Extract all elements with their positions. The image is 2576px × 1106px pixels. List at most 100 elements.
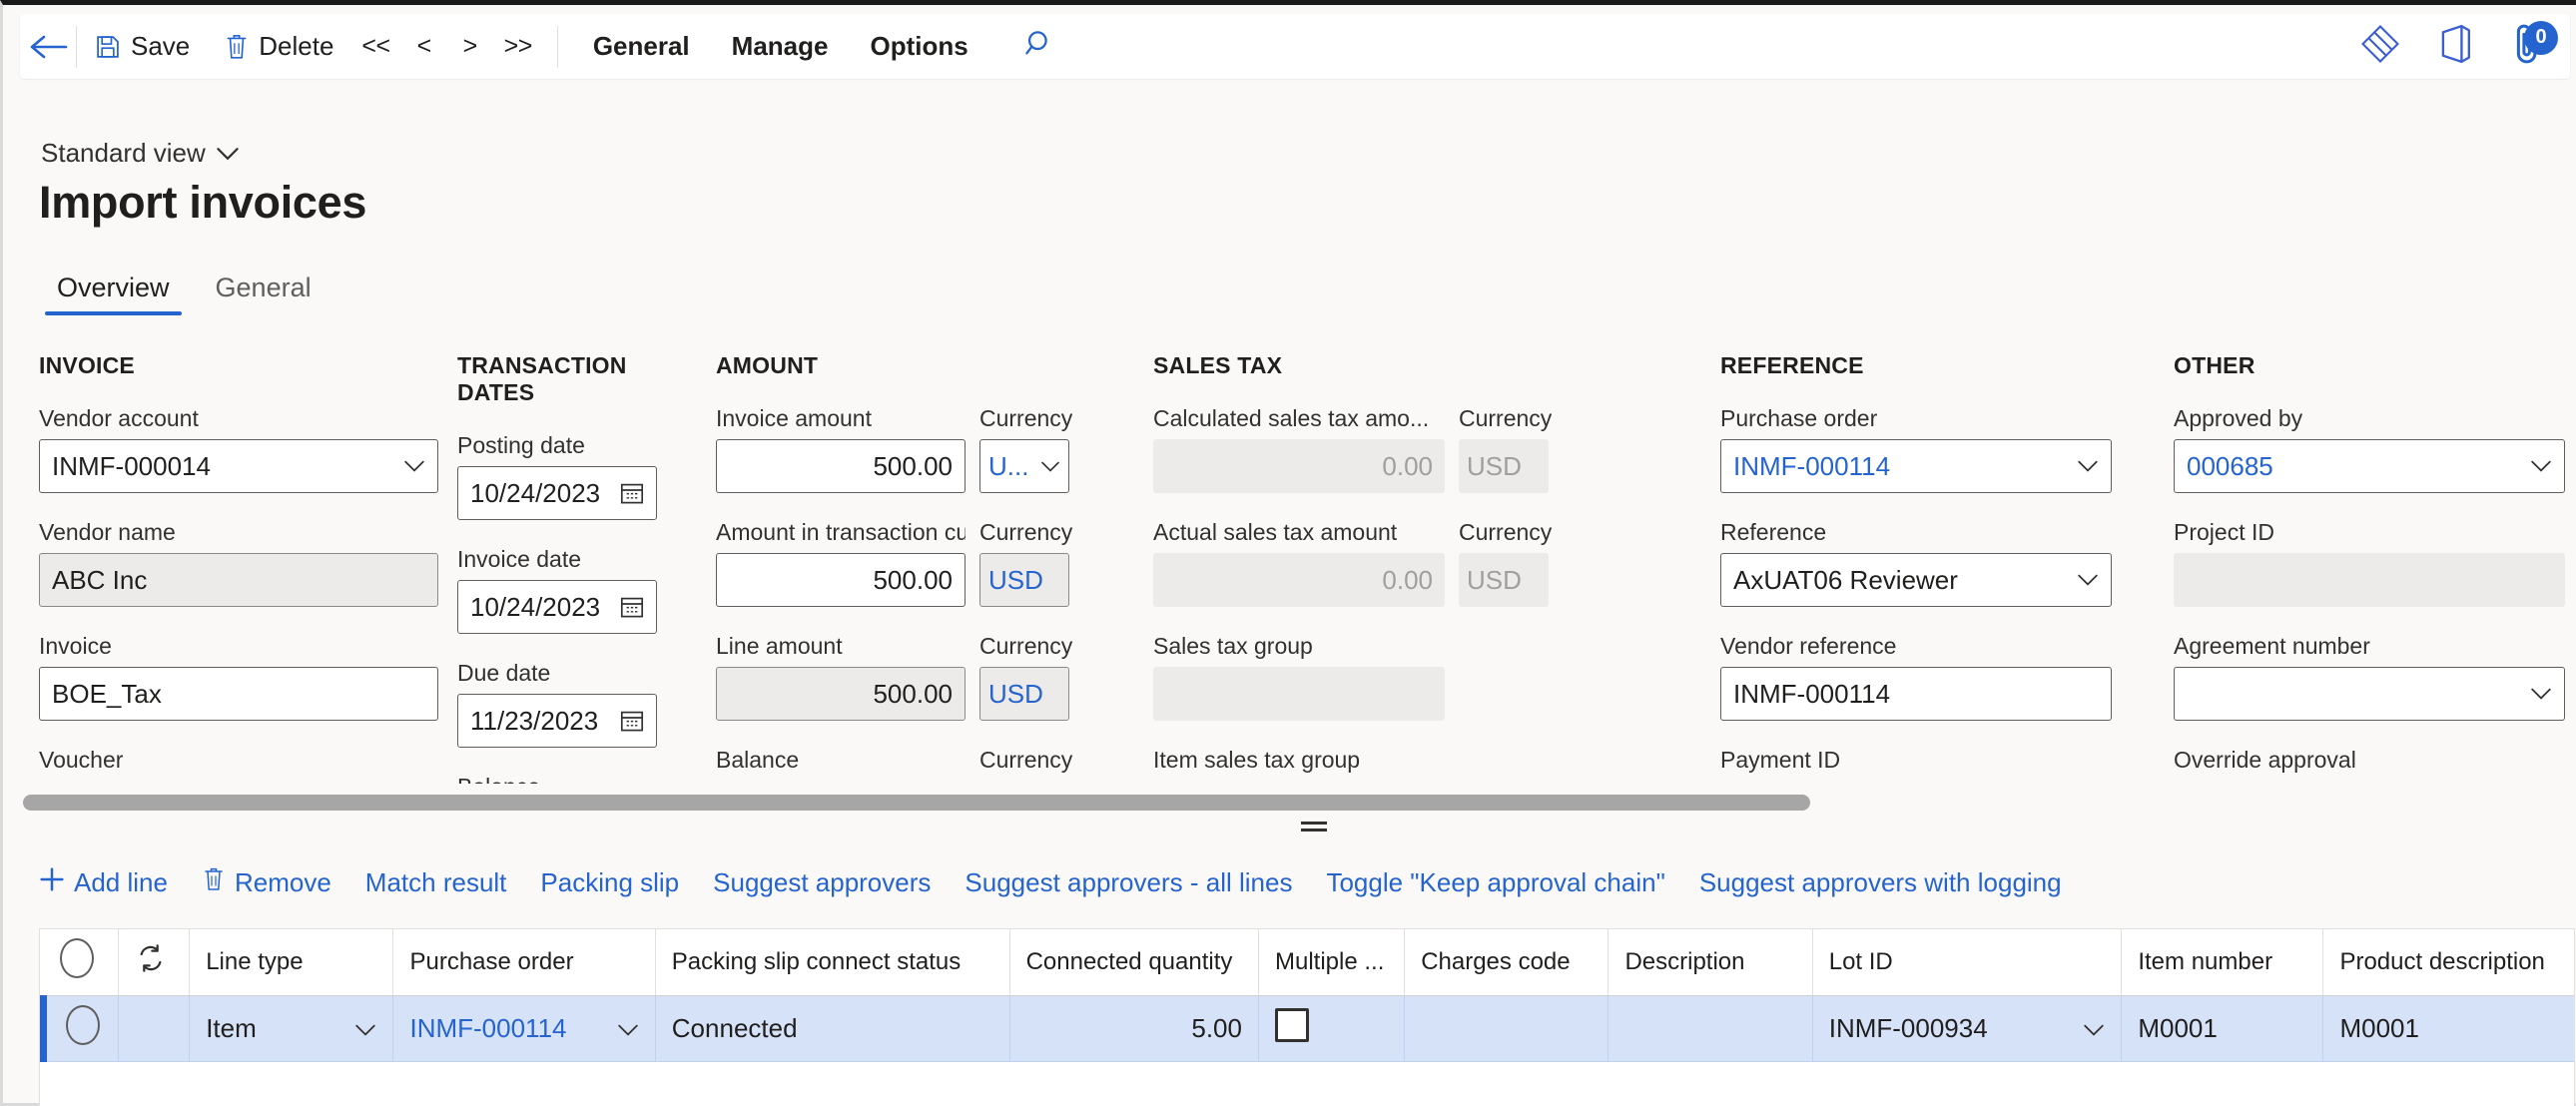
- calendar-icon[interactable]: [620, 709, 644, 733]
- cell-description[interactable]: [1608, 995, 1813, 1062]
- input-reference[interactable]: AxUAT06 Reviewer: [1720, 553, 2112, 607]
- add-line-button[interactable]: Add line: [39, 858, 185, 907]
- input-currency-invoice-amount[interactable]: U...: [979, 439, 1069, 493]
- label-invoice-date: Invoice date: [457, 546, 582, 572]
- header-refresh[interactable]: [118, 929, 191, 996]
- group-title-reference: REFERENCE: [1720, 352, 1864, 378]
- field-vendor-reference: Vendor reference INMF-000114: [1720, 633, 2112, 721]
- select-row-ellipse-icon: [59, 938, 94, 979]
- header-connected-quantity[interactable]: Connected quantity: [1009, 929, 1259, 996]
- row-select-cell[interactable]: [40, 995, 120, 1062]
- value-actual-sales-tax: 0.00: [1382, 564, 1433, 595]
- input-vendor-reference[interactable]: INMF-000114: [1720, 667, 2112, 721]
- grid-empty-area: [39, 1063, 2575, 1106]
- value-amount-transaction-currency: 500.00: [873, 564, 953, 595]
- nav-previous-button[interactable]: <: [401, 14, 447, 79]
- cell-packing-slip-connect-status[interactable]: Connected: [655, 995, 1010, 1062]
- toggle-keep-approval-chain-button[interactable]: Toggle "Keep approval chain": [1309, 859, 1681, 906]
- multiple-checkbox[interactable]: [1274, 1007, 1309, 1042]
- input-agreement-number[interactable]: [2174, 667, 2565, 721]
- input-invoice[interactable]: BOE_Tax: [39, 667, 438, 721]
- cell-lot-id[interactable]: INMF-000934: [1812, 995, 2123, 1062]
- input-purchase-order[interactable]: INMF-000114: [1720, 439, 2112, 493]
- suggest-approvers-all-lines-button[interactable]: Suggest approvers - all lines: [948, 859, 1309, 906]
- header-lot-id[interactable]: Lot ID: [1812, 929, 2123, 996]
- suggest-approvers-button[interactable]: Suggest approvers: [696, 859, 948, 906]
- form-horizontal-scrollbar[interactable]: [23, 795, 2564, 811]
- calendar-icon[interactable]: [620, 481, 644, 505]
- search-button[interactable]: [1005, 14, 1075, 79]
- cell-product-description[interactable]: M0001: [2322, 995, 2574, 1062]
- diamond-cube-button[interactable]: [2356, 23, 2404, 71]
- header-purchase-order[interactable]: Purchase order: [392, 929, 656, 996]
- input-due-date[interactable]: 11/23/2023: [457, 694, 657, 748]
- save-button[interactable]: Save: [77, 14, 207, 79]
- remove-button[interactable]: Remove: [185, 858, 348, 907]
- command-bar: Save Delete << < > >> General Manage Opt…: [20, 14, 2570, 79]
- menu-tab-general[interactable]: General: [572, 14, 711, 79]
- header-charges-code[interactable]: Charges code: [1404, 929, 1610, 996]
- tab-general[interactable]: General: [198, 267, 329, 315]
- app-window: Save Delete << < > >> General Manage Opt…: [0, 0, 2576, 1106]
- toolbar-divider-2: [556, 25, 558, 68]
- back-button[interactable]: [20, 14, 76, 79]
- form-group-sales-tax: SALES TAX Calculated sales tax amo... 0.…: [1153, 352, 1573, 784]
- nav-last-button[interactable]: >>: [493, 14, 543, 79]
- input-amount-transaction-currency[interactable]: 500.00: [716, 553, 966, 607]
- cell-charges-code[interactable]: [1404, 995, 1610, 1062]
- cell-line-type[interactable]: Item: [189, 995, 394, 1062]
- nav-first-button[interactable]: <<: [350, 14, 400, 79]
- field-project-id: Project ID: [2174, 519, 2565, 607]
- packing-slip-button[interactable]: Packing slip: [523, 859, 696, 906]
- table-row[interactable]: Item INMF-000114 Connected 5.00 INMF-000…: [40, 995, 2574, 1062]
- chevron-down-icon: [1040, 460, 1060, 473]
- header-product-description[interactable]: Product description: [2322, 929, 2574, 996]
- delete-button[interactable]: Delete: [207, 14, 350, 79]
- nav-next-button[interactable]: >: [447, 14, 493, 79]
- value-invoice-amount: 500.00: [873, 450, 953, 481]
- form-group-invoice: INVOICE Vendor account INMF-000014 Vendo…: [39, 352, 438, 784]
- form-scrollbar-thumb[interactable]: [23, 795, 1810, 811]
- label-project-id: Project ID: [2174, 519, 2274, 545]
- search-icon: [1024, 28, 1056, 65]
- match-result-button[interactable]: Match result: [348, 859, 524, 906]
- input-actual-sales-tax: 0.00: [1153, 553, 1445, 607]
- label-currency-actual-tax: Currency: [1459, 519, 1553, 545]
- tab-overview[interactable]: Overview: [39, 267, 188, 315]
- menu-tab-manage[interactable]: Manage: [711, 14, 850, 79]
- cell-multiple[interactable]: [1258, 995, 1406, 1062]
- form-group-other: OTHER Approved by 000685 Project ID Agre…: [2174, 352, 2576, 784]
- field-reference: Reference AxUAT06 Reviewer: [1720, 519, 2112, 607]
- menu-tab-options[interactable]: Options: [849, 14, 988, 79]
- label-reference: Reference: [1720, 519, 1827, 545]
- input-invoice-date[interactable]: 10/24/2023: [457, 580, 657, 634]
- input-vendor-account[interactable]: INMF-000014: [39, 439, 438, 493]
- header-item-number[interactable]: Item number: [2121, 929, 2324, 996]
- panel-resize-grip[interactable]: [1301, 822, 1327, 835]
- value-currency-calculated-tax: USD: [1467, 450, 1522, 481]
- table-header-row: Line type Purchase order Packing slip co…: [43, 929, 2574, 996]
- office-app-button[interactable]: [2430, 23, 2478, 71]
- input-posting-date[interactable]: 10/24/2023: [457, 466, 657, 520]
- header-description[interactable]: Description: [1608, 929, 1813, 996]
- calendar-icon[interactable]: [620, 595, 644, 619]
- input-approved-by[interactable]: 000685: [2174, 439, 2565, 493]
- cell-purchase-order[interactable]: INMF-000114: [392, 995, 656, 1062]
- group-title-amount: AMOUNT: [716, 352, 819, 378]
- add-line-label: Add line: [74, 867, 168, 897]
- header-select-all[interactable]: [43, 929, 120, 996]
- cell-item-number: M0001: [2121, 995, 2324, 1062]
- trash-icon: [224, 33, 250, 61]
- input-invoice-amount[interactable]: 500.00: [716, 439, 966, 493]
- view-selector[interactable]: Standard view: [41, 138, 240, 169]
- input-currency-actual-tax: USD: [1459, 553, 1549, 607]
- suggest-approvers-with-logging-button[interactable]: Suggest approvers with logging: [1682, 859, 2079, 906]
- line-action-toolbar: Add line Remove Match result Packing sli…: [39, 858, 2079, 907]
- header-multiple[interactable]: Multiple ...: [1258, 929, 1406, 996]
- cell-connected-quantity[interactable]: 5.00: [1009, 995, 1259, 1062]
- input-vendor-name: ABC Inc: [39, 553, 438, 607]
- header-packing-slip-connect-status[interactable]: Packing slip connect status: [655, 929, 1010, 996]
- label-calculated-sales-tax: Calculated sales tax amo...: [1153, 405, 1430, 431]
- attachments-button[interactable]: 0: [2504, 20, 2558, 71]
- header-line-type[interactable]: Line type: [189, 929, 394, 996]
